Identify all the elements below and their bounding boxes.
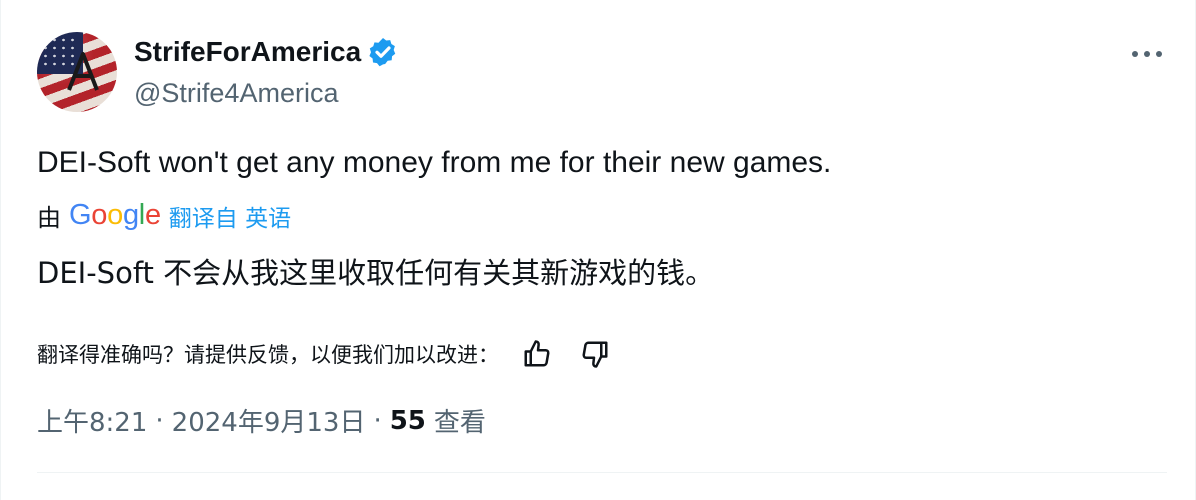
more-dots-icon: [1132, 51, 1162, 57]
thumbs-down-icon: [582, 341, 608, 368]
tweet-meta: 上午8:21 · 2024年9月13日 · 55 查看: [37, 402, 486, 439]
google-logo: Google: [69, 199, 161, 231]
translated-from-link[interactable]: 翻译自 英语: [169, 199, 291, 233]
meta-separator: ·: [155, 405, 164, 436]
views-count: 55: [389, 405, 426, 436]
tweet-date[interactable]: 2024年9月13日: [172, 402, 366, 439]
translated-by-label: 由: [37, 204, 61, 232]
meta-separator: ·: [373, 405, 382, 436]
author-handle[interactable]: @Strife4America: [134, 78, 338, 109]
verified-badge-icon[interactable]: [367, 36, 399, 68]
translation-feedback: 翻译得准确吗？请提供反馈，以便我们加以改进：: [37, 334, 615, 374]
avatar[interactable]: [37, 32, 117, 112]
tweet-text: DEI-Soft won't get any money from me for…: [37, 146, 832, 179]
author-name-row[interactable]: StrifeForAmerica: [134, 36, 399, 68]
more-options-button[interactable]: [1129, 36, 1165, 72]
tweet-time[interactable]: 上午8:21: [37, 402, 147, 439]
avatar-glyph-icon: [67, 52, 99, 91]
divider: [37, 472, 1167, 473]
feedback-question: 翻译得准确吗？请提供反馈，以便我们加以改进：: [37, 343, 499, 367]
author-display-name[interactable]: StrifeForAmerica: [134, 36, 361, 68]
views-label: 查看: [433, 408, 486, 438]
tweet-card: StrifeForAmerica @Strife4America DEI-Sof…: [0, 0, 1196, 500]
thumbs-up-button[interactable]: [517, 334, 557, 374]
thumbs-up-icon: [524, 340, 550, 367]
translation-attribution: 由 Google 翻译自 英语: [37, 198, 291, 233]
thumbs-down-button[interactable]: [575, 334, 615, 374]
translated-text: DEI-Soft 不会从我这里收取任何有关其新游戏的钱。: [37, 256, 715, 290]
